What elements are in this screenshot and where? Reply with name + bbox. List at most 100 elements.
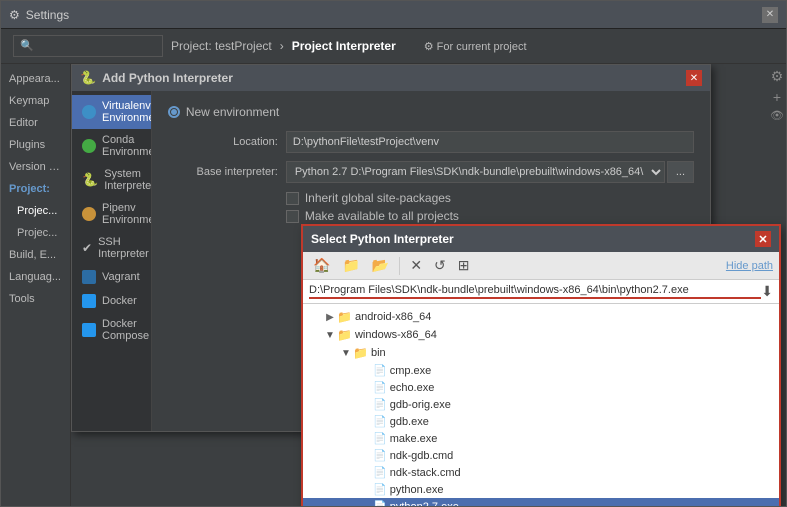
path-download-button[interactable]: ⬇: [761, 283, 773, 300]
sidebar-item-plugins[interactable]: Plugins: [1, 134, 70, 156]
settings-body: Appeara... Keymap Editor Plugins Version…: [1, 64, 786, 506]
ssh-label: SSH Interpreter: [98, 236, 149, 260]
sidebar-item-project-interp[interactable]: Projec...: [1, 200, 70, 222]
hide-path-button[interactable]: Hide path: [726, 260, 773, 272]
android-arrow-icon: ▶: [323, 312, 337, 323]
system-icon: 🐍: [82, 172, 98, 188]
sidebar-item-keymap[interactable]: Keymap: [1, 90, 70, 112]
inherit-checkbox-row: Inherit global site-packages: [286, 191, 694, 205]
system-label: System Interpreter: [104, 168, 152, 192]
interp-type-pipenv[interactable]: Pipenv Environment: [72, 197, 151, 231]
python27-label: python2.7.exe: [390, 501, 459, 507]
refresh-button[interactable]: ↺: [430, 255, 450, 276]
ssh-icon: ✔: [82, 241, 92, 255]
gdb-orig-label: gdb-orig.exe: [390, 399, 451, 411]
windows-folder-icon: 📁: [337, 328, 352, 342]
windows-label: windows-x86_64: [355, 329, 437, 341]
close-button[interactable]: ✕: [762, 7, 778, 23]
tree-item-gdb[interactable]: 📄 gdb.exe: [303, 413, 779, 430]
sidebar-item-tools[interactable]: Tools: [1, 288, 70, 310]
tree-item-python27[interactable]: 📄 python2.7.exe: [303, 498, 779, 506]
titlebar-left: ⚙ Settings: [9, 8, 69, 22]
expand-button[interactable]: ⊞: [454, 255, 474, 276]
vagrant-icon: [82, 270, 96, 284]
interp-type-conda[interactable]: Conda Environment: [72, 129, 151, 163]
python27-file-icon: 📄: [373, 500, 387, 506]
make-available-label: Make available to all projects: [305, 209, 459, 223]
settings-search-input[interactable]: [13, 35, 163, 57]
panel-plus-button[interactable]: +: [773, 89, 781, 105]
select-interp-close-button[interactable]: ✕: [755, 231, 771, 247]
tree-item-windows[interactable]: ▼ 📁 windows-x86_64: [303, 326, 779, 344]
select-interp-titlebar: Select Python Interpreter ✕: [303, 226, 779, 252]
settings-sidebar: Appeara... Keymap Editor Plugins Version…: [1, 64, 71, 506]
tree-item-ndk-gdb[interactable]: 📄 ndk-gdb.cmd: [303, 447, 779, 464]
settings-icon: ⚙: [9, 8, 20, 22]
ndk-gdb-label: ndk-gdb.cmd: [390, 450, 454, 462]
base-interp-row: Base interpreter: Python 2.7 D:\Program …: [168, 161, 694, 183]
sidebar-item-appearance[interactable]: Appeara...: [1, 68, 70, 90]
base-interp-select[interactable]: Python 2.7 D:\Program Files\SDK\ndk-bund…: [286, 161, 665, 183]
panel-gear-button[interactable]: ⚙: [771, 68, 784, 85]
ndk-stack-label: ndk-stack.cmd: [390, 467, 461, 479]
make-label: make.exe: [390, 433, 438, 445]
sidebar-item-version[interactable]: Version C...: [1, 156, 70, 178]
bin-label: bin: [371, 347, 386, 359]
window-title: Settings: [26, 8, 69, 22]
docker-icon: [82, 294, 96, 308]
tree-item-cmp[interactable]: 📄 cmp.exe: [303, 362, 779, 379]
interp-type-vagrant[interactable]: Vagrant: [72, 265, 151, 289]
sidebar-item-languages[interactable]: Languag...: [1, 266, 70, 288]
make-available-checkbox[interactable]: [286, 210, 299, 223]
create-folder-button[interactable]: 📂: [368, 255, 393, 276]
interp-type-system[interactable]: 🐍 System Interpreter: [72, 163, 151, 197]
base-interp-input-group: Python 2.7 D:\Program Files\SDK\ndk-bund…: [286, 161, 694, 183]
bin-arrow-icon: ▼: [339, 348, 353, 359]
tree-item-android[interactable]: ▶ 📁 android-x86_64: [303, 308, 779, 326]
tree-item-python[interactable]: 📄 python.exe: [303, 481, 779, 498]
base-interp-label: Base interpreter:: [168, 166, 278, 178]
interp-type-virtualenv[interactable]: Virtualenv Environment: [72, 95, 151, 129]
sidebar-item-project-struct[interactable]: Projec...: [1, 222, 70, 244]
ndk-stack-file-icon: 📄: [373, 466, 387, 479]
settings-titlebar: ⚙ Settings ✕: [1, 1, 786, 29]
tree-item-ndk-stack[interactable]: 📄 ndk-stack.cmd: [303, 464, 779, 481]
make-file-icon: 📄: [373, 432, 387, 445]
ndk-gdb-file-icon: 📄: [373, 449, 387, 462]
location-input[interactable]: [286, 131, 694, 153]
inherit-checkbox[interactable]: [286, 192, 299, 205]
sidebar-item-build[interactable]: Build, E...: [1, 244, 70, 266]
sidebar-item-editor[interactable]: Editor: [1, 112, 70, 134]
home-button[interactable]: 🏠: [309, 255, 334, 276]
location-input-group: [286, 131, 694, 153]
interp-type-docker-compose[interactable]: Docker Compose: [72, 313, 151, 347]
cmp-file-icon: 📄: [373, 364, 387, 377]
echo-label: echo.exe: [390, 382, 435, 394]
project-label: Project: testProject: [171, 39, 272, 53]
header-separator: ›: [280, 39, 284, 53]
python-file-icon: 📄: [373, 483, 387, 496]
conda-label: Conda Environment: [102, 134, 152, 158]
file-tree: ▶ 📁 android-x86_64 ▼ 📁 windows-x86_64: [303, 304, 779, 506]
cut-button[interactable]: ✕: [406, 255, 426, 276]
new-env-radio[interactable]: [168, 106, 180, 118]
cmp-label: cmp.exe: [390, 365, 432, 377]
toolbar-separator: [399, 257, 400, 275]
path-display: D:\Program Files\SDK\ndk-bundle\prebuilt…: [309, 284, 761, 299]
windows-arrow-icon: ▼: [323, 330, 337, 341]
interp-type-docker[interactable]: Docker: [72, 289, 151, 313]
panel-eye-button[interactable]: 👁: [770, 109, 784, 122]
inherit-label: Inherit global site-packages: [305, 191, 451, 205]
android-label: android-x86_64: [355, 311, 431, 323]
add-interp-close-button[interactable]: ✕: [686, 70, 702, 86]
tree-item-make[interactable]: 📄 make.exe: [303, 430, 779, 447]
tree-item-gdb-orig[interactable]: 📄 gdb-orig.exe: [303, 396, 779, 413]
up-button[interactable]: 📁: [338, 255, 363, 276]
base-interp-browse-button[interactable]: ...: [667, 161, 694, 183]
interp-type-ssh[interactable]: ✔ SSH Interpreter: [72, 231, 151, 265]
tree-item-bin[interactable]: ▼ 📁 bin: [303, 344, 779, 362]
make-available-checkbox-row: Make available to all projects: [286, 209, 694, 223]
virtualenv-icon: [82, 105, 96, 119]
tree-item-echo[interactable]: 📄 echo.exe: [303, 379, 779, 396]
sidebar-item-project[interactable]: Project:: [1, 178, 70, 200]
